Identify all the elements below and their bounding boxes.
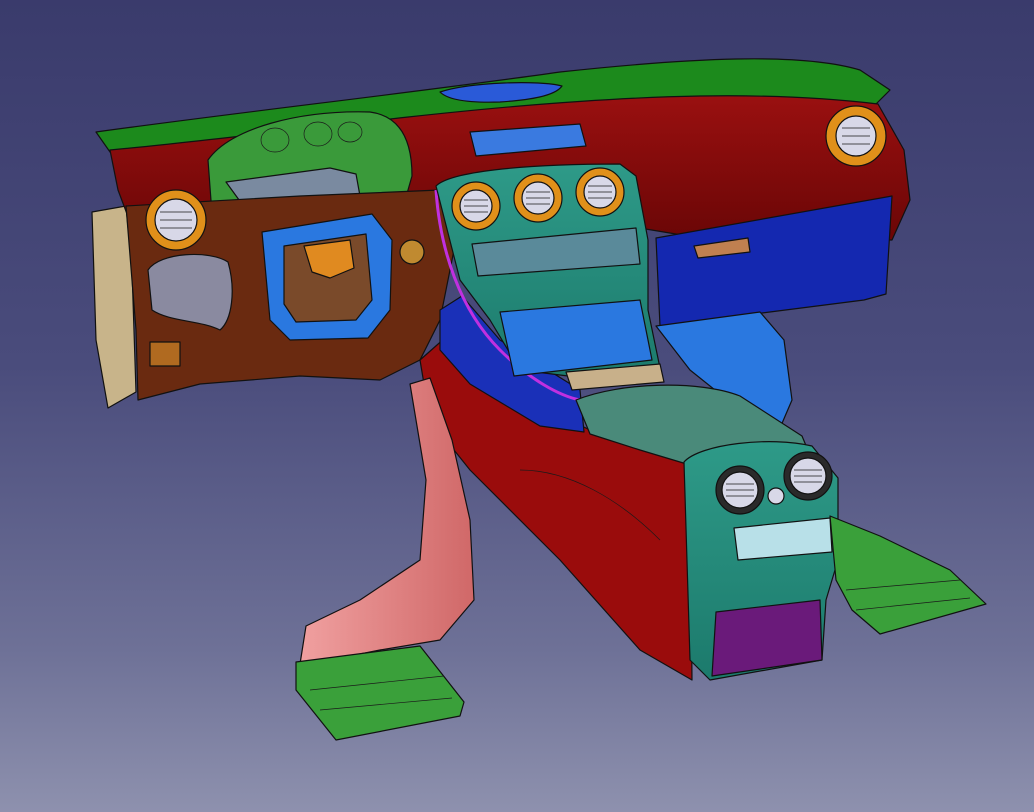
floor-duct-left[interactable] xyxy=(295,645,465,741)
center-vent-left[interactable] xyxy=(451,181,501,231)
left-air-vent[interactable] xyxy=(145,189,207,251)
headlight-switch[interactable] xyxy=(399,239,425,265)
dashboard-assembly-model[interactable] xyxy=(0,0,1034,812)
rear-vent-right[interactable] xyxy=(783,451,833,501)
cad-3d-viewport[interactable] xyxy=(0,0,1034,812)
right-air-vent[interactable] xyxy=(825,105,887,167)
fuse-box-cover[interactable] xyxy=(149,341,181,367)
floor-duct-right[interactable] xyxy=(829,515,987,635)
rear-storage-bin[interactable] xyxy=(711,599,823,677)
center-vent-right[interactable] xyxy=(575,167,625,217)
center-vent-middle[interactable] xyxy=(513,173,563,223)
rear-vent-left[interactable] xyxy=(715,465,765,515)
rear-climate-knob[interactable] xyxy=(767,487,785,505)
